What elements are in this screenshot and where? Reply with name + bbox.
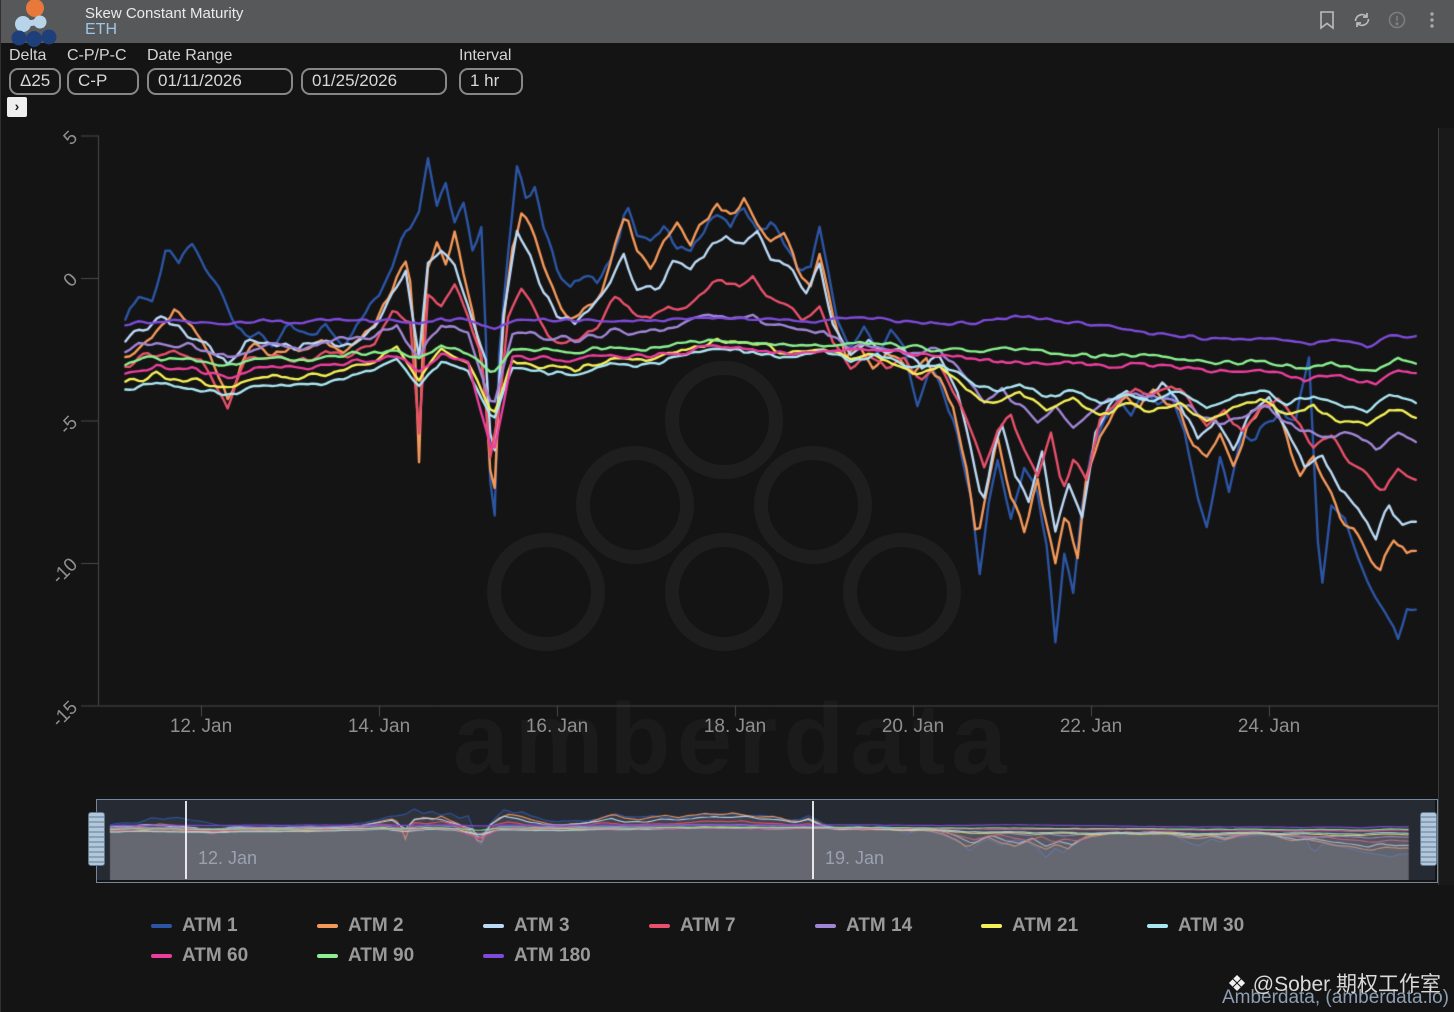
- legend-label: ATM 3: [514, 915, 570, 937]
- date-to-input[interactable]: 01/25/2026: [301, 68, 447, 95]
- navigator-gridline: [812, 801, 814, 879]
- delta-selector[interactable]: Δ25: [9, 68, 61, 95]
- skew-constant-maturity-window: amberdata Skew Constant Maturity ETH: [0, 0, 1454, 1012]
- refresh-icon[interactable]: [1351, 9, 1373, 31]
- x-tick-label: 14. Jan: [333, 716, 425, 738]
- legend-label: ATM 1: [182, 915, 238, 937]
- legend-item-atm-180[interactable]: ATM 180: [483, 941, 649, 971]
- legend-marker: [981, 924, 1002, 928]
- legend-marker: [483, 924, 504, 928]
- main-chart-plot[interactable]: [79, 130, 1438, 722]
- legend-label: ATM 7: [680, 915, 736, 937]
- legend-marker: [151, 954, 172, 958]
- legend-marker: [317, 924, 338, 928]
- interval-label: Interval: [459, 47, 523, 65]
- x-tick-label: 16. Jan: [511, 716, 603, 738]
- y-tick-label: 0: [26, 269, 83, 326]
- navigator-frame: [96, 799, 1438, 883]
- legend-label: ATM 180: [514, 945, 591, 967]
- legend-item-atm-90[interactable]: ATM 90: [317, 941, 483, 971]
- x-tick-label: 18. Jan: [689, 716, 781, 738]
- interval-selector[interactable]: 1 hr: [459, 68, 523, 95]
- x-tick-label: 24. Jan: [1223, 716, 1315, 738]
- date-range-control: Date Range 01/11/2026 01/25/2026: [147, 47, 447, 95]
- legend-item-atm-60[interactable]: ATM 60: [151, 941, 317, 971]
- kebab-menu-icon[interactable]: [1421, 9, 1443, 31]
- legend-item-atm-3[interactable]: ATM 3: [483, 911, 649, 941]
- legend-item-atm-21[interactable]: ATM 21: [981, 911, 1147, 941]
- legend-marker: [649, 924, 670, 928]
- legend-label: ATM 30: [1178, 915, 1244, 937]
- cp-selector[interactable]: C-P: [67, 68, 139, 95]
- amberdata-logo-icon: [9, 0, 61, 49]
- symbol-label: ETH: [85, 21, 117, 39]
- diamond-icon: ❖: [1227, 971, 1247, 996]
- legend-marker: [317, 954, 338, 958]
- legend-item-atm-2[interactable]: ATM 2: [317, 911, 483, 941]
- legend-marker: [483, 954, 504, 958]
- legend-label: ATM 21: [1012, 915, 1078, 937]
- info-icon[interactable]: [1386, 9, 1408, 31]
- legend-label: ATM 2: [348, 915, 404, 937]
- y-tick-label: 5: [26, 127, 83, 184]
- vertical-scrollbar[interactable]: [1438, 128, 1454, 885]
- y-tick-label: -10: [26, 554, 83, 611]
- navigator-left-handle[interactable]: [88, 812, 105, 866]
- legend-marker: [1147, 924, 1168, 928]
- legend-item-atm-1[interactable]: ATM 1: [151, 911, 317, 941]
- legend-item-atm-14[interactable]: ATM 14: [815, 911, 981, 941]
- legend-label: ATM 14: [846, 915, 912, 937]
- x-tick-label: 20. Jan: [867, 716, 959, 738]
- legend-label: ATM 60: [182, 945, 248, 967]
- navigator-gridline: [185, 801, 187, 879]
- x-tick-label: 12. Jan: [155, 716, 247, 738]
- sidebar-expander-button[interactable]: ›: [7, 97, 27, 117]
- watermark-account: ❖@Sober 期权工作室: [1227, 968, 1441, 998]
- interval-control: Interval 1 hr: [459, 47, 523, 95]
- navigator-date-label: 12. Jan: [198, 848, 257, 869]
- cp-label: C-P/P-C: [67, 47, 139, 65]
- legend-marker: [815, 924, 836, 928]
- date-range-label: Date Range: [147, 47, 447, 65]
- legend-label: ATM 90: [348, 945, 414, 967]
- legend-item-atm-7[interactable]: ATM 7: [649, 911, 815, 941]
- bookmark-icon[interactable]: [1316, 9, 1338, 31]
- x-tick-label: 22. Jan: [1045, 716, 1137, 738]
- navigator-right-handle[interactable]: [1420, 812, 1437, 866]
- delta-label: Delta: [9, 47, 61, 65]
- date-from-input[interactable]: 01/11/2026: [147, 68, 293, 95]
- page-title: Skew Constant Maturity: [85, 5, 243, 22]
- y-tick-label: -15: [26, 697, 83, 754]
- navigator-date-label: 19. Jan: [825, 848, 884, 869]
- y-tick-label: -5: [26, 412, 83, 469]
- legend-item-atm-30[interactable]: ATM 30: [1147, 911, 1313, 941]
- chart-legend: ATM 1 ATM 2 ATM 3 ATM 7 ATM 14 ATM 21 ATM 30 AT…: [151, 911, 1336, 971]
- cp-control: C-P/P-C C-P: [67, 47, 139, 95]
- legend-marker: [151, 924, 172, 928]
- delta-control: Delta Δ25: [9, 47, 61, 95]
